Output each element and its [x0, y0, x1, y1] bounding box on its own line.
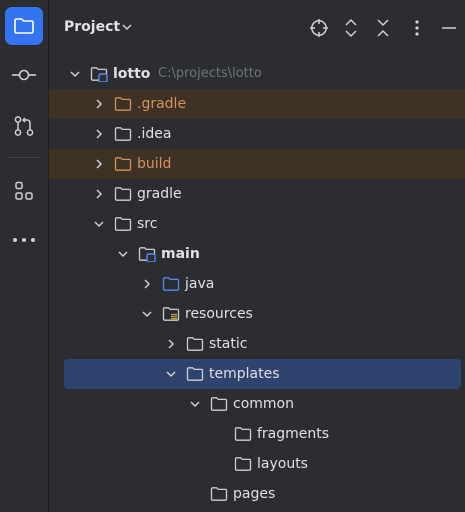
chevron-down-icon[interactable]	[115, 246, 131, 262]
tree-row[interactable]: layouts	[49, 449, 465, 479]
tree-item-label: resources	[185, 306, 253, 322]
tree-row[interactable]: .idea	[49, 119, 465, 149]
tree-row[interactable]: fragments	[49, 419, 465, 449]
tree-item-label: .idea	[137, 126, 172, 142]
folder-icon	[186, 336, 204, 352]
folder-icon	[234, 456, 252, 472]
tree-item-label: static	[209, 336, 248, 352]
expand-all-button[interactable]	[339, 16, 363, 40]
tree-row[interactable]: java	[49, 269, 465, 299]
tree-item-label: main	[161, 246, 200, 262]
resources-folder-icon	[162, 306, 180, 322]
chevron-right-icon[interactable]	[139, 276, 155, 292]
expand-all-icon	[345, 18, 357, 38]
folder-excluded-icon	[114, 156, 132, 172]
options-button[interactable]	[405, 16, 429, 40]
tree-item-label: .gradle	[137, 96, 187, 112]
chevron-down-icon[interactable]	[139, 306, 155, 322]
tool-window-sidebar	[0, 0, 49, 512]
more-vertical-icon	[415, 20, 419, 36]
panel-header: Project	[49, 0, 465, 56]
tree-item-label: templates	[209, 366, 280, 382]
tree-row[interactable]: .gradle	[49, 89, 465, 119]
pull-requests-tool-button[interactable]	[5, 107, 43, 145]
tree-item-label: fragments	[257, 426, 330, 442]
chevron-down-icon[interactable]	[91, 216, 107, 232]
tree-row[interactable]: src	[49, 209, 465, 239]
tree-item-label: lotto	[113, 66, 151, 82]
more-tool-windows-button[interactable]	[5, 221, 43, 259]
hide-panel-button[interactable]	[437, 16, 461, 40]
tree-item-label: pages	[233, 486, 276, 502]
folder-icon	[14, 18, 34, 34]
tree-item-label: layouts	[257, 456, 308, 472]
tree-row[interactable]: main	[49, 239, 465, 269]
tree-row[interactable]: common	[49, 389, 465, 419]
chevron-down-icon[interactable]	[163, 366, 179, 382]
tree-row[interactable]: resources	[49, 299, 465, 329]
folder-icon	[186, 366, 204, 382]
commit-tool-button[interactable]	[5, 56, 43, 94]
chevron-down-icon[interactable]	[121, 22, 133, 32]
locate-icon	[310, 19, 328, 37]
tree-row[interactable]: build	[49, 149, 465, 179]
module-folder-icon	[138, 246, 156, 263]
source-folder-icon	[162, 276, 180, 292]
minimize-icon	[442, 27, 456, 29]
commit-icon	[12, 69, 36, 81]
tree-row[interactable]: pages	[49, 479, 465, 509]
project-panel: Project lotto C:\projects\lotto .gradle …	[49, 0, 465, 512]
chevron-right-icon[interactable]	[91, 156, 107, 172]
tree-item-path-hint: C:\projects\lotto	[158, 66, 262, 81]
select-opened-file-button[interactable]	[307, 16, 331, 40]
tree-row[interactable]: lotto C:\projects\lotto	[49, 59, 465, 89]
pull-request-icon	[14, 116, 34, 136]
folder-icon	[234, 426, 252, 442]
tree-item-label: build	[137, 156, 172, 172]
folder-icon	[210, 396, 228, 412]
chevron-down-icon[interactable]	[187, 396, 203, 412]
folder-excluded-icon	[114, 96, 132, 112]
chevron-right-icon[interactable]	[163, 336, 179, 352]
tree-item-label: gradle	[137, 186, 182, 202]
panel-title[interactable]: Project	[64, 19, 120, 35]
folder-icon	[114, 216, 132, 232]
chevron-right-icon[interactable]	[91, 186, 107, 202]
collapse-all-icon	[377, 19, 389, 37]
tree-item-label: src	[137, 216, 158, 232]
module-folder-icon	[90, 66, 108, 83]
folder-icon	[210, 486, 228, 502]
tree-item-label: common	[233, 396, 294, 412]
project-tool-button[interactable]	[5, 7, 43, 45]
chevron-down-icon[interactable]	[67, 66, 83, 82]
structure-icon	[15, 181, 33, 200]
sidebar-separator	[9, 157, 39, 158]
tree-row[interactable]: static	[49, 329, 465, 359]
collapse-all-button[interactable]	[371, 16, 395, 40]
tree-item-label: java	[185, 276, 215, 292]
chevron-right-icon[interactable]	[91, 126, 107, 142]
tree-row[interactable]: templates	[49, 359, 465, 389]
structure-tool-button[interactable]	[5, 172, 43, 210]
chevron-right-icon[interactable]	[91, 96, 107, 112]
tree-row[interactable]: gradle	[49, 179, 465, 209]
more-horizontal-icon	[13, 238, 35, 242]
folder-icon	[114, 186, 132, 202]
folder-icon	[114, 126, 132, 142]
